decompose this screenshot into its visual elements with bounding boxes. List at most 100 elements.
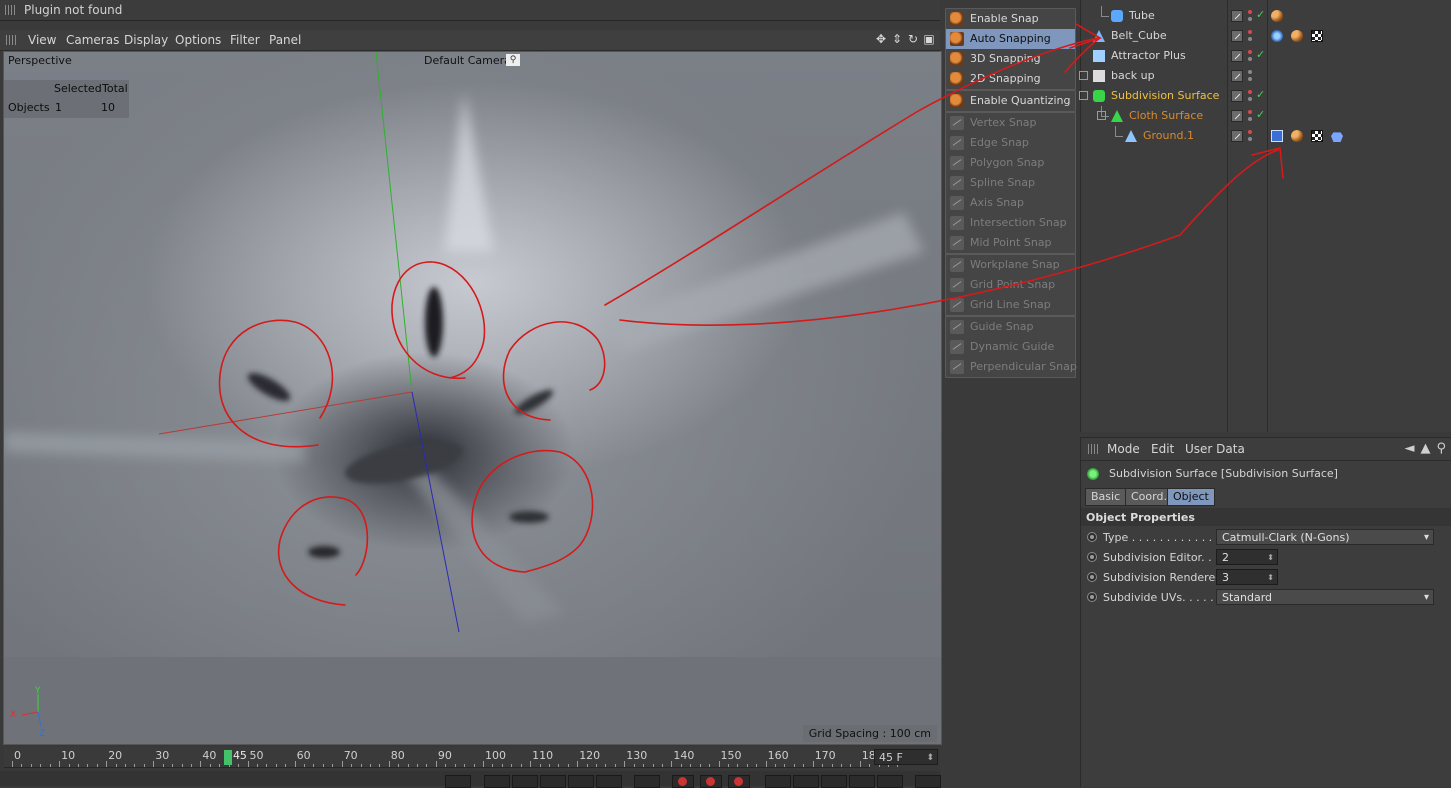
snap-item-vertex-snap[interactable]: Vertex Snap: [946, 113, 1075, 133]
panel-grip-icon[interactable]: [6, 35, 16, 45]
object-name[interactable]: back up: [1111, 69, 1155, 82]
object-row[interactable]: Subdivision Surface ✓: [1079, 86, 1451, 106]
visibility-dots-icon[interactable]: [1248, 89, 1252, 103]
visibility-dots-icon[interactable]: [1248, 29, 1252, 43]
tab-basic[interactable]: Basic: [1085, 488, 1127, 506]
current-frame-field[interactable]: 45 F: [874, 749, 938, 766]
go-start-button[interactable]: [445, 775, 471, 788]
tab-coord[interactable]: Coord.: [1125, 488, 1173, 506]
enabled-check-icon[interactable]: ✓: [1256, 108, 1265, 121]
tab-object[interactable]: Object: [1167, 488, 1215, 506]
snap-item-guide-snap[interactable]: Guide Snap: [946, 317, 1075, 337]
play-button[interactable]: [540, 775, 566, 788]
snap-item-grid-line-snap[interactable]: Grid Line Snap: [946, 295, 1075, 315]
menu-options[interactable]: Options: [175, 33, 221, 47]
subdivide-uvs-dropdown[interactable]: Standard: [1216, 589, 1434, 606]
animate-radio-icon[interactable]: [1087, 572, 1097, 582]
toggle-view-icon[interactable]: ▣: [922, 32, 936, 46]
cloth-tag-icon[interactable]: [1331, 132, 1343, 142]
object-name[interactable]: Subdivision Surface: [1111, 89, 1219, 102]
next-frame-button[interactable]: [568, 775, 594, 788]
snap-item-auto-snapping[interactable]: Auto Snapping: [946, 29, 1075, 49]
object-name[interactable]: Tube: [1129, 9, 1155, 22]
timeline-ruler[interactable]: 0 10 20 30 40 50 60 70 80 90 100 110 120 130 140 150 160…: [4, 747, 899, 768]
subdivision-editor-field[interactable]: 2: [1216, 549, 1278, 566]
visibility-dots-icon[interactable]: [1248, 69, 1252, 83]
expand-toggle-icon[interactable]: [1079, 71, 1088, 80]
menu-cameras[interactable]: Cameras: [66, 33, 119, 47]
expand-toggle-icon[interactable]: [1097, 111, 1106, 120]
material-tag-icon[interactable]: [1291, 130, 1303, 142]
phong-tag-icon[interactable]: [1271, 30, 1283, 42]
menu-mode[interactable]: Mode: [1107, 442, 1140, 456]
menu-view[interactable]: View: [28, 33, 56, 47]
texture-tag-icon[interactable]: [1311, 130, 1323, 142]
menu-panel[interactable]: Panel: [269, 33, 301, 47]
prev-key-button[interactable]: [484, 775, 510, 788]
menu-filter[interactable]: Filter: [230, 33, 260, 47]
menu-display[interactable]: Display: [124, 33, 168, 47]
snap-item-mid-point-snap[interactable]: Mid Point Snap: [946, 233, 1075, 253]
snap-item-spline-snap[interactable]: Spline Snap: [946, 173, 1075, 193]
key-parameter-button[interactable]: [849, 775, 875, 788]
object-row[interactable]: Cloth Surface ✓: [1081, 106, 1451, 126]
visibility-dots-icon[interactable]: [1248, 49, 1252, 63]
object-row[interactable]: Tube ✓: [1081, 6, 1451, 26]
snap-item-edge-snap[interactable]: Edge Snap: [946, 133, 1075, 153]
back-arrow-icon[interactable]: ◄: [1404, 441, 1420, 456]
key-position-button[interactable]: [765, 775, 791, 788]
animate-radio-icon[interactable]: [1087, 552, 1097, 562]
snap-item-grid-point-snap[interactable]: Grid Point Snap: [946, 275, 1075, 295]
visibility-dots-icon[interactable]: [1248, 109, 1252, 123]
snap-item-2d-snapping[interactable]: 2D Snapping: [946, 69, 1075, 89]
snap-item-workplane-snap[interactable]: Workplane Snap: [946, 255, 1075, 275]
timeline-playhead[interactable]: [223, 750, 232, 765]
material-tag-icon[interactable]: [1291, 30, 1303, 42]
snap-item-enable-snap[interactable]: Enable Snap: [946, 9, 1075, 29]
snap-item-polygon-snap[interactable]: Polygon Snap: [946, 153, 1075, 173]
key-scale-button[interactable]: [793, 775, 819, 788]
go-end-button[interactable]: [634, 775, 660, 788]
key-rotation-button[interactable]: [821, 775, 847, 788]
prev-frame-button[interactable]: [512, 775, 538, 788]
move-view-icon[interactable]: ✥: [874, 32, 888, 46]
texture-tag-icon[interactable]: [1311, 30, 1323, 42]
snap-item-intersection-snap[interactable]: Intersection Snap: [946, 213, 1075, 233]
layer-icon[interactable]: [1231, 10, 1243, 22]
timeline-menu-button[interactable]: [915, 775, 941, 788]
expand-toggle-icon[interactable]: [1079, 91, 1088, 100]
autokey-button[interactable]: [700, 775, 722, 788]
layer-icon[interactable]: [1231, 130, 1243, 142]
snap-item-enable-quantizing[interactable]: Enable Quantizing: [946, 91, 1075, 111]
next-key-button[interactable]: [596, 775, 622, 788]
object-row[interactable]: Belt_Cube: [1081, 26, 1451, 46]
record-button[interactable]: [672, 775, 694, 788]
enabled-check-icon[interactable]: ✓: [1256, 48, 1265, 61]
visibility-dots-icon[interactable]: [1248, 129, 1252, 143]
subdivision-renderer-field[interactable]: 3: [1216, 569, 1278, 586]
snap-item-dynamic-guide[interactable]: Dynamic Guide: [946, 337, 1075, 357]
object-row[interactable]: back up: [1079, 66, 1451, 86]
object-name[interactable]: Attractor Plus: [1111, 49, 1186, 62]
object-row[interactable]: Attractor Plus ✓: [1081, 46, 1451, 66]
object-name[interactable]: Ground.1: [1143, 129, 1194, 142]
rotate-view-icon[interactable]: ↻: [906, 32, 920, 46]
menu-edit[interactable]: Edit: [1151, 442, 1174, 456]
animate-radio-icon[interactable]: [1087, 532, 1097, 542]
layer-icon[interactable]: [1231, 50, 1243, 62]
3d-viewport[interactable]: Y X Z Perspective Default Camera ⚲ Selec…: [3, 51, 942, 745]
enabled-check-icon[interactable]: ✓: [1256, 88, 1265, 101]
object-name[interactable]: Belt_Cube: [1111, 29, 1167, 42]
object-name[interactable]: Cloth Surface: [1129, 109, 1203, 122]
snap-item-axis-snap[interactable]: Axis Snap: [946, 193, 1075, 213]
type-dropdown[interactable]: Catmull-Clark (N-Gons): [1216, 529, 1434, 546]
keyframe-selection-button[interactable]: [728, 775, 750, 788]
panel-grip-icon[interactable]: [5, 5, 15, 15]
key-pla-button[interactable]: [877, 775, 903, 788]
menu-user-data[interactable]: User Data: [1185, 442, 1245, 456]
layer-icon[interactable]: [1231, 110, 1243, 122]
material-tag-icon[interactable]: [1271, 10, 1283, 22]
layer-icon[interactable]: [1231, 70, 1243, 82]
snap-item-perpendicular-snap[interactable]: Perpendicular Snap: [946, 357, 1077, 377]
snap-item-3d-snapping[interactable]: 3D Snapping: [946, 49, 1075, 69]
